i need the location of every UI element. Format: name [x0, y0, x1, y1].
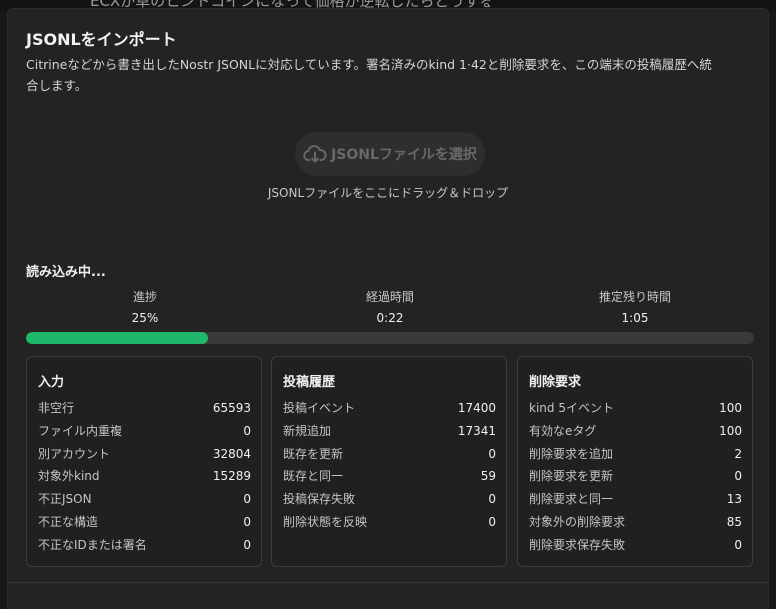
stat-row: 削除状態を反映 0: [283, 511, 496, 534]
stat-row-label: 投稿保存失敗: [283, 492, 356, 507]
panel-title: 投稿履歴: [283, 375, 336, 390]
stat-row-label: 不正な構造: [38, 514, 99, 529]
remaining-stat: 推定残り時間 1:05: [525, 288, 745, 325]
stat-row: 既存を更新 0: [283, 443, 496, 466]
stat-row-label: 不正JSON: [38, 492, 92, 507]
select-jsonl-label: JSONLファイルを選択: [331, 147, 477, 163]
panel-rows: kind 5イベント 100 有効なeタグ 100 削除要求を追加 2 削除要求を更新 0 削除…: [529, 397, 742, 557]
progress-bar: [26, 332, 754, 344]
stat-row-value: 0: [734, 469, 742, 484]
stat-row: 不正な構造 0: [38, 511, 251, 534]
elapsed-value: 0:22: [376, 311, 404, 325]
stat-row-label: 不正なIDまたは署名: [38, 537, 147, 552]
stat-row-label: 非空行: [38, 401, 75, 415]
stat-row-label: 削除要求保存失敗: [529, 537, 626, 552]
remaining-value: 1:05: [621, 311, 649, 325]
panel-rows: 投稿イベント 17400 新規追加 17341 既存を更新 0 既存と同一 59 投稿保存失敗 0…: [283, 397, 496, 534]
stat-row: 対象外の削除要求 85: [529, 511, 742, 534]
remaining-label: 推定残り時間: [598, 290, 671, 304]
stat-row-label: ファイル内重複: [38, 423, 123, 438]
stat-row: 投稿保存失敗 0: [283, 488, 496, 511]
stat-row: 不正なIDまたは署名 0: [38, 534, 251, 557]
stat-row-value: 0: [243, 423, 251, 438]
stat-row: 新規追加 17341: [283, 420, 496, 443]
stat-row-label: 対象外kind: [38, 469, 100, 484]
stat-row-label: 対象外の削除要求: [529, 514, 626, 529]
posts-panel: 投稿履歴 投稿イベント 17400 新規追加 17341 既存を更新 0 既存と同一 59 投稿…: [271, 356, 507, 567]
stat-row: 削除要求保存失敗 0: [529, 534, 742, 557]
input-panel: 入力 非空行 65593 ファイル内重複 0 別アカウント 32804 対象外kind 152…: [26, 356, 262, 567]
stat-row: 削除要求を更新 0: [529, 465, 742, 488]
stat-row: 非空行 65593: [38, 397, 251, 420]
stat-row-value: 17341: [457, 423, 496, 438]
stat-row: 削除要求と同一 13: [529, 488, 742, 511]
stat-row-value: 65593: [212, 401, 251, 415]
progress-label: 進捗: [132, 290, 157, 304]
stat-row-value: 0: [243, 492, 251, 507]
stat-row-value: 15289: [212, 469, 251, 484]
elapsed-stat: 経過時間 0:22: [280, 288, 500, 325]
stat-row: 対象外kind 15289: [38, 465, 251, 488]
stat-row: 投稿イベント 17400: [283, 397, 496, 420]
stat-row-value: 13: [726, 492, 742, 507]
dialog-description: Citrineなどから書き出したNostr JSONLに対応しています。署名済み…: [26, 57, 712, 93]
stat-row-value: 32804: [212, 446, 251, 461]
elapsed-label: 経過時間: [365, 290, 414, 304]
stat-row-value: 100: [719, 401, 742, 415]
stat-row-label: 削除要求を更新: [529, 469, 614, 484]
stat-row: 既存と同一 59: [283, 465, 496, 488]
stat-row-label: kind 5イベント: [529, 401, 614, 415]
stat-row-label: 削除要求を追加: [529, 446, 614, 461]
stat-row-value: 0: [243, 537, 251, 552]
stat-row-label: 削除要求と同一: [529, 492, 614, 507]
stat-row-label: 投稿イベント: [283, 401, 356, 415]
stat-row: 不正JSON 0: [38, 488, 251, 511]
footer-divider: [8, 582, 768, 583]
dialog-title: JSONLをインポート: [26, 30, 177, 49]
stat-row-value: 59: [480, 469, 496, 484]
select-jsonl-button[interactable]: JSONLファイルを選択: [295, 132, 485, 176]
stat-row: 有効なeタグ 100: [529, 420, 742, 443]
progress-value: 25%: [131, 311, 159, 325]
stat-row-label: 既存を更新: [283, 446, 344, 461]
stat-row-label: 有効なeタグ: [529, 423, 597, 438]
deletion-panel: 削除要求 kind 5イベント 100 有効なeタグ 100 削除要求を追加 2 削除要求を…: [517, 356, 753, 567]
stat-row-label: 別アカウント: [38, 446, 111, 461]
stat-row-label: 削除状態を反映: [283, 514, 368, 529]
import-dialog: JSONLをインポート Citrineなどから書き出したNostr JSONLに…: [8, 9, 768, 609]
stat-row: ファイル内重複 0: [38, 420, 251, 443]
stat-row-label: 新規追加: [283, 423, 332, 438]
stat-row-value: 0: [488, 514, 496, 529]
panel-title: 入力: [38, 375, 65, 390]
stat-row-value: 0: [243, 514, 251, 529]
stat-row-value: 17400: [457, 401, 496, 415]
stat-row-value: 2: [734, 446, 742, 461]
loading-status: 読み込み中...: [26, 265, 106, 280]
progress-bar-fill: [26, 332, 208, 344]
stat-row-value: 85: [726, 514, 742, 529]
stat-row-value: 0: [488, 492, 496, 507]
stat-row: 削除要求を追加 2: [529, 443, 742, 466]
stat-row-value: 0: [488, 446, 496, 461]
panel-rows: 非空行 65593 ファイル内重複 0 別アカウント 32804 対象外kind 15289 不…: [38, 397, 251, 557]
stat-row-value: 0: [734, 537, 742, 552]
progress-stat: 進捗 25%: [35, 288, 255, 325]
stat-row-label: 既存と同一: [283, 469, 344, 484]
stat-row: 別アカウント 32804: [38, 443, 251, 466]
cloud-download-icon: [303, 144, 327, 164]
panel-title: 削除要求: [529, 375, 582, 390]
stat-row: kind 5イベント 100: [529, 397, 742, 420]
stat-row-value: 100: [719, 423, 742, 438]
drop-zone-hint[interactable]: JSONLファイルをここにドラッグ＆ドロップ: [8, 184, 768, 201]
